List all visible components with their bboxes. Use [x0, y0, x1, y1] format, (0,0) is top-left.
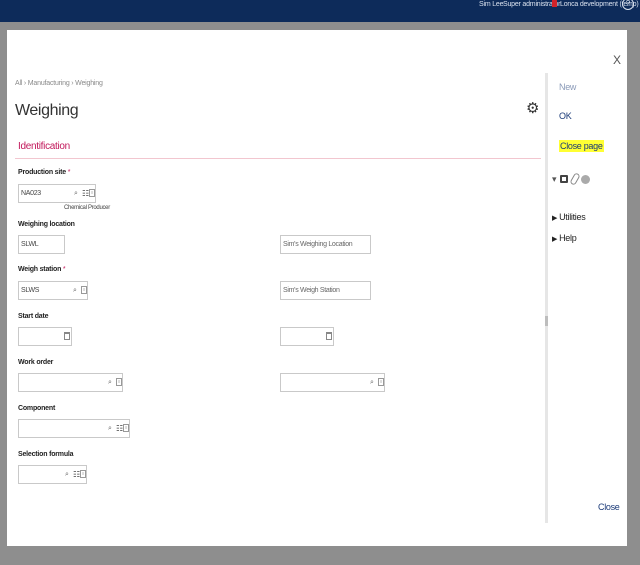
detail-icon[interactable]: ≡: [123, 424, 129, 432]
search-icon[interactable]: ⌕: [370, 378, 374, 387]
weighing-location-input[interactable]: SLWL: [18, 235, 65, 254]
detail-icon[interactable]: ≡: [80, 470, 86, 478]
tree-icon[interactable]: ☷: [82, 189, 89, 198]
calendar-icon[interactable]: [326, 332, 332, 340]
weighing-location-label: Weighing location: [18, 221, 75, 228]
production-site-input[interactable]: NA023 ⌕ ☷ ≡: [18, 184, 96, 203]
detail-icon[interactable]: ≡: [116, 378, 122, 386]
side-panel-toggle-handle[interactable]: [545, 316, 548, 326]
component-label: Component: [18, 405, 56, 412]
print-icon[interactable]: [560, 175, 569, 183]
work-order-input[interactable]: ⌕ ≡: [18, 373, 123, 392]
new-action[interactable]: New: [559, 82, 576, 92]
comment-icon[interactable]: [581, 174, 591, 184]
section-title: Identification: [18, 141, 70, 152]
gear-icon[interactable]: ⚙: [526, 101, 540, 116]
weighing-location-description: Sim's Weighing Location: [280, 235, 371, 254]
start-date-label: Start date: [18, 313, 49, 320]
search-icon[interactable]: ⌕: [74, 189, 78, 198]
work-order-label: Work order: [18, 359, 54, 366]
folder-icon: [552, 0, 557, 7]
calendar-icon[interactable]: [64, 332, 70, 340]
search-icon[interactable]: ⌕: [108, 424, 112, 433]
selection-formula-input[interactable]: ⌕ ☷ ≡: [18, 465, 87, 484]
attachment-icon[interactable]: [568, 172, 581, 186]
breadcrumb[interactable]: All › Manufacturing › Weighing: [15, 80, 103, 87]
user-name[interactable]: Sim Lee: [479, 1, 503, 8]
section-divider: [15, 158, 541, 159]
close-page-action[interactable]: Close page: [559, 140, 604, 152]
page-title: Weighing: [15, 102, 79, 119]
start-date-input[interactable]: [18, 327, 72, 346]
tree-icon[interactable]: ☷: [116, 424, 123, 433]
required-marker: *: [62, 266, 66, 273]
production-site-description: Chemical Producer: [64, 205, 110, 211]
expand-triangle-icon: ▶: [552, 236, 558, 243]
expand-triangle-icon: ▶: [552, 215, 558, 222]
top-bar: Sim Lee Super administrator Lonca develo…: [0, 0, 640, 22]
tree-icon[interactable]: ☷: [73, 470, 80, 479]
detail-icon[interactable]: ≡: [81, 286, 87, 294]
search-icon[interactable]: ⌕: [65, 470, 69, 479]
help-icon[interactable]: ?: [622, 0, 634, 10]
utilities-menu[interactable]: ▶ Utilities: [552, 212, 586, 222]
production-site-label: Production site *: [18, 169, 71, 176]
selection-formula-label: Selection formula: [18, 451, 74, 458]
detail-icon[interactable]: ≡: [89, 189, 95, 197]
page-modal: X All › Manufacturing › Weighing Weighin…: [7, 30, 627, 546]
detail-icon[interactable]: ≡: [378, 378, 384, 386]
weigh-station-input[interactable]: SLWS ⌕ ≡: [18, 281, 88, 300]
work-order-end-input[interactable]: ⌕ ≡: [280, 373, 385, 392]
toolbar-caret-icon[interactable]: ▾: [552, 174, 557, 185]
search-icon[interactable]: ⌕: [108, 378, 112, 387]
ok-action[interactable]: OK: [559, 111, 572, 121]
help-menu[interactable]: ▶ Help: [552, 233, 577, 243]
required-marker: *: [67, 169, 71, 176]
component-input[interactable]: ⌕ ☷ ≡: [18, 419, 130, 438]
side-panel-divider[interactable]: [545, 73, 548, 523]
end-date-input[interactable]: [280, 327, 334, 346]
close-modal-button[interactable]: X: [613, 53, 621, 67]
weigh-station-label: Weigh station *: [18, 266, 66, 273]
close-button[interactable]: Close: [598, 502, 620, 512]
side-toolbar: ▾: [552, 172, 591, 186]
weigh-station-description: Sim's Weigh Station: [280, 281, 371, 300]
search-icon[interactable]: ⌕: [73, 286, 77, 295]
